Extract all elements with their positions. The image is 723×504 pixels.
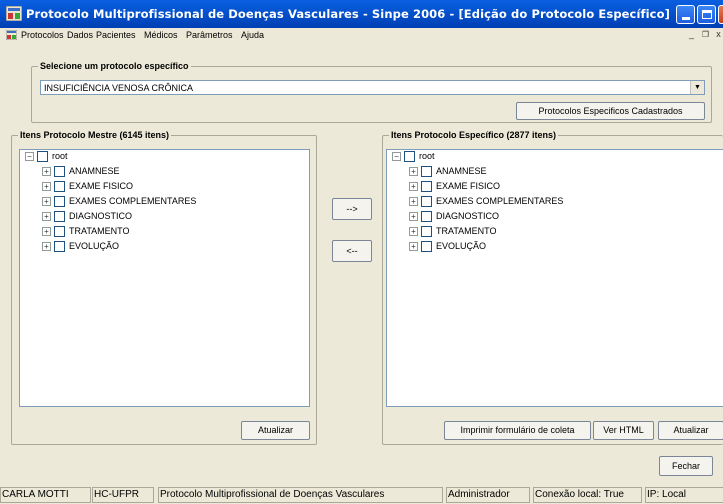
title-bar[interactable]: Protocolo Multiprofissional de Doenças V… bbox=[0, 0, 723, 28]
root-checkbox[interactable] bbox=[37, 151, 48, 162]
node-checkbox[interactable] bbox=[54, 211, 65, 222]
window-title: Protocolo Multiprofissional de Doenças V… bbox=[26, 7, 670, 21]
node-checkbox[interactable] bbox=[421, 166, 432, 177]
collapse-icon[interactable]: − bbox=[392, 152, 401, 161]
node-label: ANAMNESE bbox=[436, 166, 487, 176]
add-item-button[interactable]: --> bbox=[332, 198, 372, 220]
menu-medicos[interactable]: Médicos bbox=[144, 30, 178, 40]
specific-items-group: Itens Protocolo Específico (2877 itens) … bbox=[382, 130, 723, 445]
print-form-button[interactable]: Imprimir formulário de coleta bbox=[444, 421, 591, 440]
menu-ajuda[interactable]: Ajuda bbox=[241, 30, 264, 40]
expand-icon[interactable]: + bbox=[409, 197, 418, 206]
node-checkbox[interactable] bbox=[421, 181, 432, 192]
expand-icon[interactable]: + bbox=[409, 227, 418, 236]
node-label: DIAGNOSTICO bbox=[436, 211, 500, 221]
root-checkbox[interactable] bbox=[404, 151, 415, 162]
master-refresh-button[interactable]: Atualizar bbox=[241, 421, 310, 440]
specific-refresh-button[interactable]: Atualizar bbox=[658, 421, 723, 440]
root-label: root bbox=[52, 151, 68, 161]
node-checkbox[interactable] bbox=[54, 181, 65, 192]
node-label: TRATAMENTO bbox=[69, 226, 130, 236]
protocol-select-legend: Selecione um protocolo específico bbox=[38, 61, 191, 71]
master-items-group: Itens Protocolo Mestre (6145 itens) − ro… bbox=[11, 130, 317, 445]
menu-parametros[interactable]: Parâmetros bbox=[186, 30, 233, 40]
root-label: root bbox=[419, 151, 435, 161]
node-label: EXAMES COMPLEMENTARES bbox=[69, 196, 197, 206]
document-icon[interactable] bbox=[6, 30, 17, 40]
maximize-icon bbox=[702, 10, 712, 19]
expand-icon[interactable]: + bbox=[409, 242, 418, 251]
minimize-button[interactable] bbox=[676, 5, 695, 24]
node-label: EVOLUÇÃO bbox=[436, 241, 487, 251]
node-label: EXAME FISICO bbox=[69, 181, 134, 191]
expand-icon[interactable]: + bbox=[409, 212, 418, 221]
minimize-icon bbox=[682, 17, 690, 20]
node-checkbox[interactable] bbox=[421, 196, 432, 207]
node-checkbox[interactable] bbox=[54, 196, 65, 207]
maximize-button[interactable] bbox=[697, 5, 716, 24]
status-role: Administrador bbox=[446, 487, 530, 503]
collapse-icon[interactable]: − bbox=[25, 152, 34, 161]
menu-dados[interactable]: Dados bbox=[67, 30, 93, 40]
node-label: EXAME FISICO bbox=[436, 181, 501, 191]
status-ip: IP: Local bbox=[645, 487, 723, 503]
close-window-button[interactable] bbox=[718, 5, 723, 24]
node-checkbox[interactable] bbox=[421, 211, 432, 222]
child-restore-button[interactable]: ❐ bbox=[700, 29, 711, 40]
status-protocol: Protocolo Multiprofissional de Doenças V… bbox=[158, 487, 443, 503]
child-minimize-button[interactable]: _ bbox=[686, 29, 697, 40]
protocol-selected-value: INSUFICIÊNCIA VENOSA CRÔNICA bbox=[44, 83, 194, 93]
specific-items-legend: Itens Protocolo Específico (2877 itens) bbox=[389, 130, 559, 140]
protocol-select-group: Selecione um protocolo específico INSUFI… bbox=[31, 61, 712, 123]
status-user: CARLA MOTTI bbox=[0, 487, 91, 503]
master-items-legend: Itens Protocolo Mestre (6145 itens) bbox=[18, 130, 172, 140]
child-close-button[interactable]: x bbox=[713, 29, 723, 40]
expand-icon[interactable]: + bbox=[42, 182, 51, 191]
expand-icon[interactable]: + bbox=[42, 242, 51, 251]
node-label: DIAGNOSTICO bbox=[69, 211, 133, 221]
expand-icon[interactable]: + bbox=[409, 167, 418, 176]
expand-icon[interactable]: + bbox=[42, 167, 51, 176]
expand-icon[interactable]: + bbox=[42, 227, 51, 236]
chevron-down-icon[interactable]: ▼ bbox=[690, 81, 704, 94]
registered-protocols-button[interactable]: Protocolos Especificos Cadastrados bbox=[516, 102, 705, 120]
protocol-combobox[interactable]: INSUFICIÊNCIA VENOSA CRÔNICA ▼ bbox=[40, 80, 705, 95]
node-label: ANAMNESE bbox=[69, 166, 120, 176]
status-connection: Conexão local: True bbox=[533, 487, 642, 503]
node-label: TRATAMENTO bbox=[436, 226, 497, 236]
close-button[interactable]: Fechar bbox=[659, 456, 713, 476]
expand-icon[interactable]: + bbox=[42, 212, 51, 221]
specific-tree[interactable]: − root + ANAMNESE + EXAME FISICO + EXAME… bbox=[386, 149, 723, 407]
master-tree[interactable]: − root + ANAMNESE + EXAME FISICO + EXAME… bbox=[19, 149, 310, 407]
expand-icon[interactable]: + bbox=[409, 182, 418, 191]
app-icon bbox=[6, 6, 22, 21]
expand-icon[interactable]: + bbox=[42, 197, 51, 206]
status-bar: CARLA MOTTI HC-UFPR Protocolo Multiprofi… bbox=[0, 486, 723, 504]
node-checkbox[interactable] bbox=[54, 241, 65, 252]
node-checkbox[interactable] bbox=[421, 241, 432, 252]
view-html-button[interactable]: Ver HTML bbox=[593, 421, 654, 440]
node-checkbox[interactable] bbox=[421, 226, 432, 237]
node-checkbox[interactable] bbox=[54, 226, 65, 237]
menu-protocolos[interactable]: Protocolos bbox=[21, 30, 64, 40]
menu-bar: Protocolos Dados Pacientes Médicos Parâm… bbox=[0, 28, 723, 42]
menu-pacientes[interactable]: Pacientes bbox=[96, 30, 136, 40]
status-institution: HC-UFPR bbox=[92, 487, 154, 503]
node-label: EXAMES COMPLEMENTARES bbox=[436, 196, 564, 206]
node-label: EVOLUÇÃO bbox=[69, 241, 120, 251]
node-checkbox[interactable] bbox=[54, 166, 65, 177]
remove-item-button[interactable]: <-- bbox=[332, 240, 372, 262]
